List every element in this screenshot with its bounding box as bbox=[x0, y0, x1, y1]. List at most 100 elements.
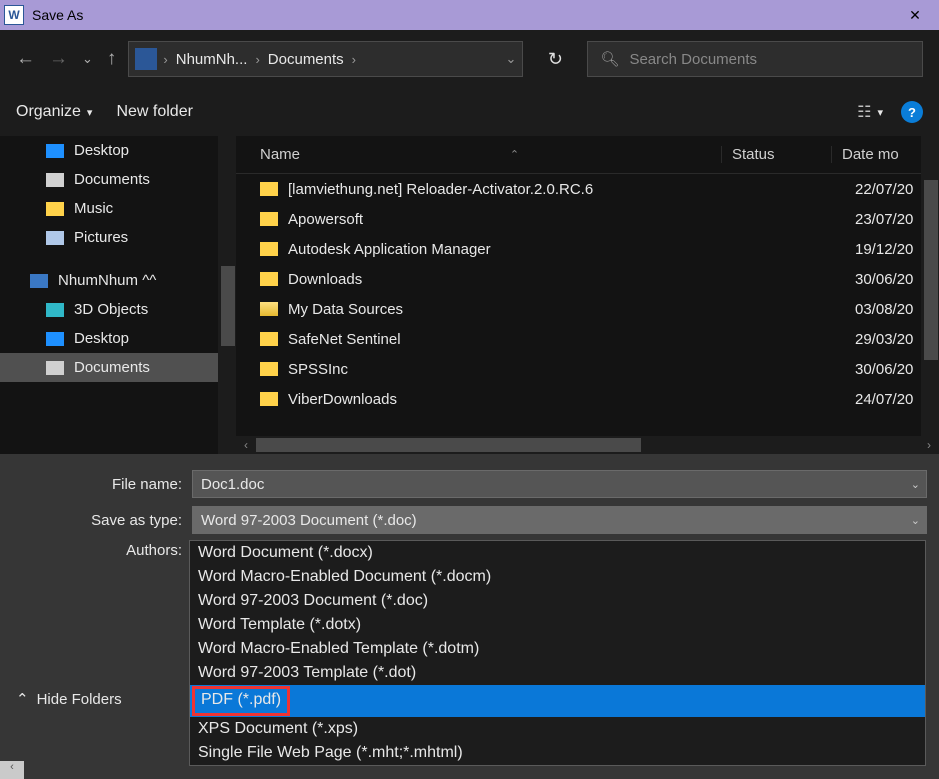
word-icon bbox=[4, 5, 24, 25]
scroll-right-icon[interactable]: › bbox=[919, 438, 939, 452]
nav-arrows: ← → ⌄ ↑ bbox=[16, 48, 116, 70]
dropdown-option[interactable]: Word Document (*.docx) bbox=[190, 541, 925, 565]
scrollbar-thumb[interactable] bbox=[256, 438, 641, 452]
refresh-button[interactable]: ↻ bbox=[535, 41, 575, 77]
column-status[interactable]: Status bbox=[721, 146, 831, 163]
sidebar-item-computer[interactable]: NhumNhum ^^ bbox=[0, 266, 236, 295]
dropdown-option[interactable]: Word Template (*.dotx) bbox=[190, 613, 925, 637]
view-button[interactable]: ☷ ▾ bbox=[857, 102, 883, 122]
sidebar-item-label: Documents bbox=[74, 359, 150, 376]
file-name-text: [lamviethung.net] Reloader-Activator.2.0… bbox=[288, 181, 593, 198]
column-name[interactable]: Name⌃ bbox=[236, 146, 721, 163]
new-folder-label: New folder bbox=[116, 103, 192, 121]
scroll-track[interactable] bbox=[256, 438, 919, 452]
3d-icon bbox=[46, 303, 64, 317]
sidebar-scrollbar[interactable] bbox=[218, 136, 236, 454]
documents-icon bbox=[46, 173, 64, 187]
search-placeholder: Search Documents bbox=[629, 51, 757, 68]
main-area: Desktop Documents Music Pictures NhumNhu… bbox=[0, 136, 939, 454]
scrollbar-thumb[interactable] bbox=[924, 180, 938, 360]
scrollbar-thumb[interactable] bbox=[221, 266, 235, 346]
column-date[interactable]: Date mo bbox=[831, 146, 921, 163]
save-type-dropdown: Word Document (*.docx)Word Macro-Enabled… bbox=[189, 540, 926, 766]
vertical-scrollbar[interactable] bbox=[921, 136, 939, 436]
breadcrumb-item[interactable]: NhumNh... bbox=[174, 51, 250, 68]
bottom-scrollbar-stub[interactable]: ‹ bbox=[0, 761, 24, 779]
sidebar-item-label: Pictures bbox=[74, 229, 128, 246]
folder-icon bbox=[260, 362, 278, 376]
breadcrumb-item[interactable]: Documents bbox=[266, 51, 346, 68]
chevron-up-icon: ⌃ bbox=[16, 690, 29, 708]
close-button[interactable]: ✕ bbox=[895, 1, 935, 29]
file-name-text: My Data Sources bbox=[288, 301, 403, 318]
breadcrumb[interactable]: › NhumNh... › Documents › ⌄ bbox=[128, 41, 523, 77]
dropdown-option[interactable]: Word Macro-Enabled Document (*.docm) bbox=[190, 565, 925, 589]
file-row[interactable]: Apowersoft23/07/20 bbox=[236, 204, 939, 234]
desktop-icon bbox=[46, 144, 64, 158]
folder-icon bbox=[260, 392, 278, 406]
forward-button[interactable]: → bbox=[49, 48, 68, 70]
bottom-panel: File name: Doc1.doc ⌄ Save as type: Word… bbox=[0, 454, 939, 779]
organize-button[interactable]: Organize ▾ bbox=[16, 103, 92, 121]
search-input[interactable]: 🔍︎ Search Documents bbox=[587, 41, 923, 77]
sort-indicator-icon: ⌃ bbox=[510, 148, 519, 161]
breadcrumb-expand-icon[interactable]: ⌄ bbox=[506, 51, 517, 67]
dropdown-option[interactable]: Word 97-2003 Template (*.dot) bbox=[190, 661, 925, 685]
chevron-down-icon: ▾ bbox=[87, 106, 93, 119]
dropdown-option[interactable]: Word Macro-Enabled Template (*.dotm) bbox=[190, 637, 925, 661]
desktop-icon bbox=[46, 332, 64, 346]
dropdown-option[interactable]: Word 97-2003 Document (*.doc) bbox=[190, 589, 925, 613]
music-icon bbox=[46, 202, 64, 216]
window-title: Save As bbox=[32, 7, 895, 23]
annotation-box: PDF (*.pdf) bbox=[192, 686, 290, 716]
file-name-input[interactable]: Doc1.doc ⌄ bbox=[192, 470, 927, 498]
sidebar-item-label: Desktop bbox=[74, 330, 129, 347]
file-list: [lamviethung.net] Reloader-Activator.2.0… bbox=[236, 174, 939, 436]
chevron-down-icon[interactable]: ⌄ bbox=[911, 514, 920, 527]
sidebar-item-label: Documents bbox=[74, 171, 150, 188]
dropdown-option[interactable]: Single File Web Page (*.mht;*.mhtml) bbox=[190, 741, 925, 765]
sidebar-item-documents-selected[interactable]: Documents bbox=[0, 353, 236, 382]
file-row[interactable]: SafeNet Sentinel29/03/20 bbox=[236, 324, 939, 354]
sidebar-item-pictures[interactable]: Pictures bbox=[0, 223, 236, 252]
back-button[interactable]: ← bbox=[16, 48, 35, 70]
file-row[interactable]: My Data Sources03/08/20 bbox=[236, 294, 939, 324]
documents-icon bbox=[46, 361, 64, 375]
dropdown-option[interactable]: XPS Document (*.xps) bbox=[190, 717, 925, 741]
new-folder-button[interactable]: New folder bbox=[116, 103, 192, 121]
sidebar-item-desktop[interactable]: Desktop bbox=[0, 136, 236, 165]
nav-toolbar: ← → ⌄ ↑ › NhumNh... › Documents › ⌄ ↻ 🔍︎… bbox=[0, 30, 939, 88]
scroll-left-icon[interactable]: ‹ bbox=[236, 438, 256, 452]
file-list-area: Name⌃ Status Date mo [lamviethung.net] R… bbox=[236, 136, 939, 454]
file-row[interactable]: Downloads30/06/20 bbox=[236, 264, 939, 294]
file-header: Name⌃ Status Date mo bbox=[236, 136, 939, 174]
help-button[interactable]: ? bbox=[901, 101, 923, 123]
sidebar-item-label: Desktop bbox=[74, 142, 129, 159]
file-name-text: Autodesk Application Manager bbox=[288, 241, 491, 258]
breadcrumb-sep-icon: › bbox=[163, 52, 167, 67]
file-row[interactable]: ViberDownloads24/07/20 bbox=[236, 384, 939, 414]
sidebar: Desktop Documents Music Pictures NhumNhu… bbox=[0, 136, 236, 454]
folder-icon bbox=[260, 302, 278, 316]
hide-folders-button[interactable]: ⌃ Hide Folders bbox=[16, 690, 122, 708]
file-row[interactable]: [lamviethung.net] Reloader-Activator.2.0… bbox=[236, 174, 939, 204]
folder-icon bbox=[260, 242, 278, 256]
dropdown-option[interactable]: PDF (*.pdf) bbox=[190, 685, 925, 717]
sidebar-item-music[interactable]: Music bbox=[0, 194, 236, 223]
recent-chevron[interactable]: ⌄ bbox=[82, 51, 93, 67]
file-name-value: Doc1.doc bbox=[201, 476, 264, 493]
file-name-text: SPSSInc bbox=[288, 361, 348, 378]
sidebar-item-3d[interactable]: 3D Objects bbox=[0, 295, 236, 324]
file-name-label: File name: bbox=[12, 476, 192, 493]
chevron-down-icon[interactable]: ⌄ bbox=[911, 478, 920, 491]
sidebar-item-documents[interactable]: Documents bbox=[0, 165, 236, 194]
file-row[interactable]: Autodesk Application Manager19/12/20 bbox=[236, 234, 939, 264]
file-name-text: Apowersoft bbox=[288, 211, 363, 228]
sidebar-item-desktop2[interactable]: Desktop bbox=[0, 324, 236, 353]
file-row[interactable]: SPSSInc30/06/20 bbox=[236, 354, 939, 384]
up-button[interactable]: ↑ bbox=[107, 48, 117, 70]
save-type-combo[interactable]: Word 97-2003 Document (*.doc) ⌄ bbox=[192, 506, 927, 534]
sidebar-item-label: 3D Objects bbox=[74, 301, 148, 318]
horizontal-scrollbar[interactable]: ‹ › bbox=[236, 436, 939, 454]
organize-label: Organize bbox=[16, 103, 81, 121]
